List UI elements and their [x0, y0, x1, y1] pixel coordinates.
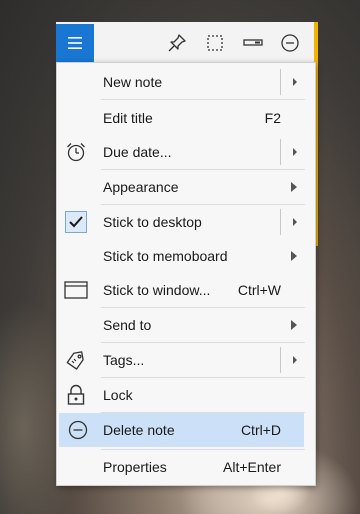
select-region-icon[interactable]: [204, 32, 226, 54]
menu-item-stick-to-memoboard[interactable]: Stick to memoboard: [57, 239, 315, 273]
menu-item-label: Appearance: [103, 179, 179, 195]
alarm-clock-icon: [63, 139, 89, 165]
submenu-arrow-icon: [291, 251, 297, 261]
menu-item-delete-note[interactable]: Delete note Ctrl+D: [59, 413, 304, 447]
menu-item-label: Lock: [103, 387, 133, 403]
pin-icon[interactable]: [166, 32, 188, 54]
menu-item-label: Delete note: [103, 422, 175, 438]
menu-item-due-date[interactable]: Due date...: [57, 135, 315, 169]
menu-item-label: Properties: [103, 459, 167, 475]
lock-icon: [63, 382, 89, 408]
submenu-arrow-icon: [293, 78, 297, 86]
menu-item-shortcut: Ctrl+D: [240, 422, 281, 438]
menu-item-shortcut: F2: [264, 110, 281, 126]
menu-item-stick-to-window[interactable]: Stick to window... Ctrl+W: [57, 273, 315, 307]
menu-item-label: Send to: [103, 317, 152, 333]
checkbox: [63, 209, 89, 235]
menu-item-shortcut: Ctrl+W: [237, 282, 281, 298]
hamburger-icon: [68, 37, 82, 49]
submenu-divider: [280, 139, 281, 165]
menu-item-label: Stick to memoboard: [103, 248, 228, 264]
menu-item-label: Stick to window...: [103, 282, 211, 298]
window-icon: [63, 277, 89, 303]
minus-circle-icon: [65, 417, 91, 443]
menu-item-tags[interactable]: Tags...: [57, 343, 315, 377]
menu-item-label: New note: [103, 74, 163, 90]
submenu-arrow-icon: [291, 182, 297, 192]
menu-item-appearance[interactable]: Appearance: [57, 170, 315, 204]
submenu-arrow-icon: [293, 218, 297, 226]
minimize-bar-icon[interactable]: [242, 32, 264, 54]
note-titlebar: [56, 22, 314, 63]
menu-separator: [101, 99, 305, 100]
menu-item-stick-to-desktop[interactable]: Stick to desktop: [57, 205, 315, 239]
menu-item-new-note[interactable]: New note: [57, 65, 315, 99]
menu-item-shortcut: Alt+Enter: [223, 459, 281, 475]
tag-icon: [63, 347, 89, 373]
menu-item-edit-title[interactable]: Edit title F2: [57, 101, 315, 135]
menu-button[interactable]: [56, 24, 94, 62]
submenu-arrow-icon: [291, 320, 297, 330]
checkmark-icon: [69, 216, 83, 228]
submenu-arrow-icon: [293, 148, 297, 156]
submenu-divider: [280, 347, 281, 373]
menu-item-label: Stick to desktop: [103, 214, 202, 230]
menu-item-label: Edit title: [103, 110, 153, 126]
menu-item-label: Due date...: [103, 144, 172, 160]
context-menu: New note Edit title F2 Due date... Appea…: [56, 62, 316, 486]
menu-item-properties[interactable]: Properties Alt+Enter: [57, 450, 315, 484]
menu-item-lock[interactable]: Lock: [57, 378, 315, 412]
submenu-divider: [280, 69, 281, 95]
submenu-arrow-icon: [293, 356, 297, 364]
menu-item-send-to[interactable]: Send to: [57, 308, 315, 342]
minus-circle-icon[interactable]: [279, 32, 301, 54]
submenu-divider: [280, 209, 281, 235]
menu-item-label: Tags...: [103, 352, 145, 368]
